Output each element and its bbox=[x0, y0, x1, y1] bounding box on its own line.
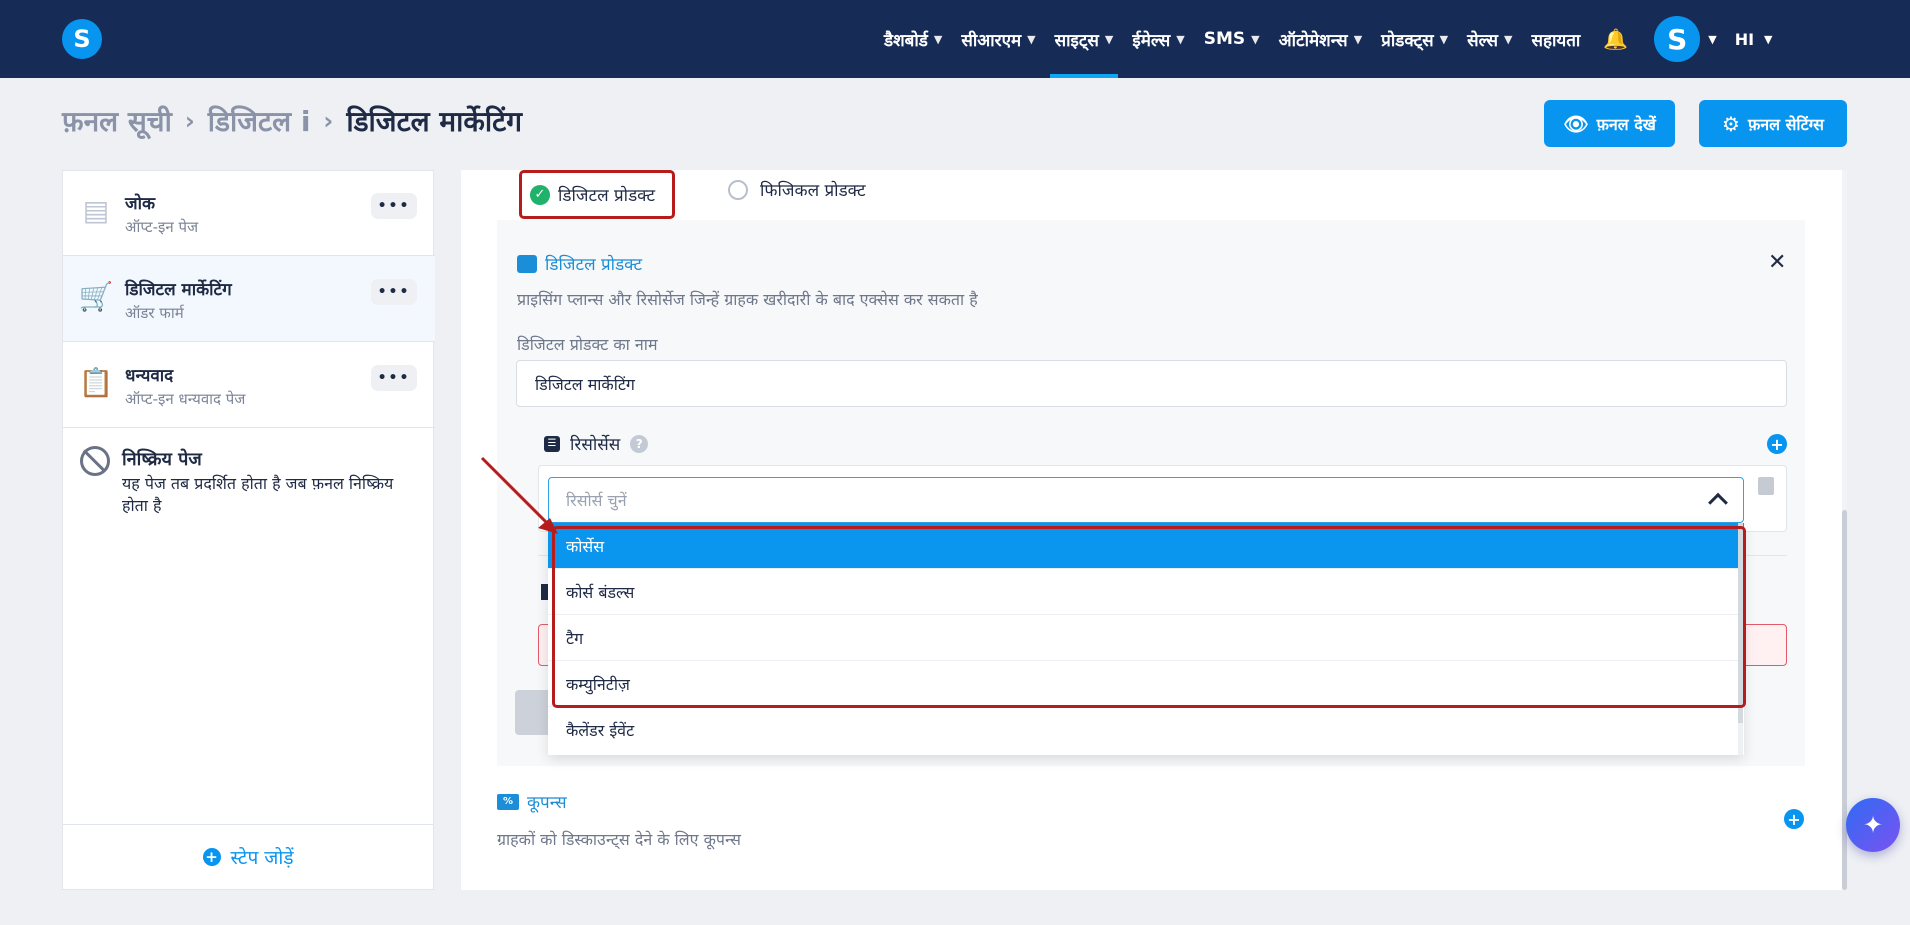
digital-product-description: प्राइसिंग प्लान्स और रिसोर्सेज जिन्हें ग… bbox=[517, 290, 978, 309]
digital-product-option[interactable]: ✓ डिजिटल प्रोडक्ट bbox=[519, 170, 675, 219]
physical-product-option[interactable]: फिजिकल प्रोडक्ट bbox=[728, 178, 866, 201]
chevron-right-icon: › bbox=[184, 107, 195, 135]
sidebar-step-thank-you[interactable]: 📋 धन्यवाद ऑप्ट-इन धन्यवाद पेज ••• bbox=[63, 342, 435, 428]
chevron-right-icon: › bbox=[323, 107, 334, 135]
top-navbar: S डैशबोर्ड ▼ सीआरएम ▼ साइट्स ▼ ईमेल्स ▼ SMS ▼… bbox=[0, 0, 1910, 78]
clipboard-check-icon: 📋 bbox=[78, 365, 114, 399]
nav-label: ऑटोमेशन्स bbox=[1278, 30, 1348, 51]
prohibited-icon bbox=[80, 446, 110, 476]
nav-label: साइट्स bbox=[1054, 30, 1099, 51]
sparkle-icon: ✦ bbox=[1862, 811, 1884, 839]
cube-icon bbox=[517, 254, 537, 273]
chevron-down-icon: ▼ bbox=[1176, 32, 1185, 46]
inactive-page-title[interactable]: निष्क्रिय पेज bbox=[122, 447, 202, 471]
add-step-button[interactable]: + स्टेप जोड़ें bbox=[63, 824, 433, 889]
nav-label: सेल्स bbox=[1467, 30, 1498, 51]
view-funnel-button[interactable]: 👁 फ़नल देखें bbox=[1544, 100, 1675, 147]
gear-icon: ⚙ bbox=[1722, 111, 1740, 136]
nav-item-products[interactable]: प्रोडक्ट्स ▼ bbox=[1381, 0, 1448, 78]
add-coupon-button[interactable]: + bbox=[1784, 809, 1804, 829]
nav-label: ईमेल्स bbox=[1132, 30, 1171, 51]
resource-select[interactable]: रिसोर्स चुनें bbox=[548, 477, 1744, 523]
chevron-down-icon: ▼ bbox=[1251, 32, 1260, 46]
section-title: कूपन्स bbox=[527, 793, 567, 813]
nav-item-dashboard[interactable]: डैशबोर्ड ▼ bbox=[884, 0, 942, 78]
ai-assistant-button[interactable]: ✦ bbox=[1846, 798, 1900, 852]
nav-item-sales[interactable]: सेल्स ▼ bbox=[1467, 0, 1512, 78]
nav-item-sms[interactable]: SMS ▼ bbox=[1204, 0, 1260, 78]
section-title: डिजिटल प्रोडक्ट bbox=[545, 255, 643, 275]
step-subtitle: ऑडर फार्म bbox=[125, 304, 184, 322]
more-options-button[interactable]: ••• bbox=[371, 193, 417, 219]
chevron-down-icon: ▼ bbox=[1439, 32, 1449, 46]
chevron-down-icon[interactable]: ▼ bbox=[1764, 33, 1772, 46]
eye-icon: 👁 bbox=[1563, 111, 1589, 136]
plus-circle-icon: + bbox=[202, 848, 221, 866]
button-label: फ़नल देखें bbox=[1596, 114, 1656, 134]
breadcrumb-funnel[interactable]: डिजिटल i bbox=[208, 102, 311, 140]
chevron-down-icon: ▼ bbox=[1353, 32, 1363, 46]
step-title: धन्यवाद bbox=[125, 366, 174, 386]
percent-tag-icon: % bbox=[497, 793, 519, 810]
nav-label: सहायता bbox=[1531, 30, 1581, 51]
nav-item-emails[interactable]: ईमेल्स ▼ bbox=[1132, 0, 1184, 78]
nav-item-crm[interactable]: सीआरएम ▼ bbox=[961, 0, 1035, 78]
label-text: रिसोर्सेस bbox=[570, 435, 621, 455]
annotation-arrow-icon bbox=[480, 456, 558, 534]
funnel-settings-button[interactable]: ⚙ फ़नल सेटिंग्स bbox=[1699, 100, 1847, 147]
nav-label: सीआरएम bbox=[961, 30, 1022, 51]
coupons-description: ग्राहकों को डिस्काउन्ट्स देने के लिए कूप… bbox=[497, 830, 741, 849]
nav-item-help[interactable]: सहायता bbox=[1531, 0, 1580, 78]
breadcrumb-funnel-list[interactable]: फ़नल सूची bbox=[62, 102, 172, 140]
app-logo[interactable]: S bbox=[62, 19, 102, 59]
close-icon[interactable]: ✕ bbox=[1768, 250, 1786, 275]
chevron-down-icon: ▼ bbox=[1104, 32, 1114, 46]
chevron-down-icon: ▼ bbox=[1027, 32, 1036, 46]
funnel-steps-sidebar: ▤ जोक ऑप्ट-इन पेज ••• 🛒 डिजिटल मार्केटिं… bbox=[62, 170, 435, 890]
product-name-label: डिजिटल प्रोडक्ट का नाम bbox=[517, 335, 658, 354]
highlight-annotation-box bbox=[552, 526, 1746, 708]
chevron-up-icon bbox=[1708, 492, 1728, 513]
option-label: डिजिटल प्रोडक्ट bbox=[558, 186, 656, 206]
more-options-button[interactable]: ••• bbox=[371, 365, 417, 391]
chevron-down-icon: ▼ bbox=[1503, 32, 1513, 46]
button-label: स्टेप जोड़ें bbox=[230, 847, 294, 869]
select-placeholder: रिसोर्स चुनें bbox=[566, 491, 627, 510]
breadcrumb: फ़नल सूची › डिजिटल i › डिजिटल मार्केटिंग bbox=[62, 102, 522, 140]
step-subtitle: ऑप्ट-इन धन्यवाद पेज bbox=[125, 390, 246, 408]
nav-label: प्रोडक्ट्स bbox=[1381, 30, 1434, 51]
inactive-page-description: यह पेज तब प्रदर्शित होता है जब फ़नल निष्… bbox=[122, 474, 394, 515]
digital-product-heading: डिजिटल प्रोडक्ट bbox=[517, 252, 642, 275]
more-options-button[interactable]: ••• bbox=[371, 279, 417, 305]
help-icon[interactable]: ? bbox=[630, 434, 649, 453]
button-label: फ़नल सेटिंग्स bbox=[1747, 114, 1824, 134]
dropdown-option-calendar-event[interactable]: कैलेंडर ईवेंट bbox=[548, 707, 1744, 753]
coupons-heading: % कूपन्स bbox=[497, 790, 567, 813]
main-nav: डैशबोर्ड ▼ सीआरएम ▼ साइट्स ▼ ईमेल्स ▼ SMS ▼ ऑ… bbox=[884, 0, 1773, 78]
step-title: डिजिटल मार्केटिंग bbox=[125, 280, 232, 300]
chevron-down-icon: ▼ bbox=[933, 32, 943, 46]
radio-button[interactable] bbox=[728, 179, 748, 200]
bell-icon[interactable]: 🔔 bbox=[1603, 27, 1628, 51]
nav-item-sites[interactable]: साइट्स ▼ bbox=[1049, 0, 1119, 78]
nav-label: SMS bbox=[1203, 29, 1246, 49]
cart-icon: 🛒 bbox=[78, 279, 114, 313]
page-title: डिजिटल मार्केटिंग bbox=[346, 105, 523, 138]
sidebar-step-digital-marketing[interactable]: 🛒 डिजिटल मार्केटिंग ऑडर फार्म ••• bbox=[63, 256, 435, 342]
nav-item-automations[interactable]: ऑटोमेशन्स ▼ bbox=[1279, 0, 1363, 78]
chevron-down-icon[interactable]: ▼ bbox=[1708, 33, 1716, 46]
trash-icon[interactable] bbox=[1758, 477, 1774, 495]
option-label: फिजिकल प्रोडक्ट bbox=[760, 181, 866, 201]
user-avatar[interactable]: S bbox=[1654, 16, 1701, 62]
check-circle-icon: ✓ bbox=[530, 184, 550, 205]
add-resource-button[interactable]: + bbox=[1767, 434, 1787, 454]
product-name-input[interactable]: डिजिटल मार्केटिंग bbox=[516, 360, 1787, 407]
sidebar-step-joke[interactable]: ▤ जोक ऑप्ट-इन पेज ••• bbox=[63, 171, 435, 256]
step-title: जोक bbox=[125, 194, 156, 214]
optin-page-icon: ▤ bbox=[82, 193, 110, 227]
language-selector[interactable]: HI bbox=[1735, 30, 1754, 49]
step-subtitle: ऑप्ट-इन पेज bbox=[125, 218, 199, 236]
nav-label: डैशबोर्ड bbox=[884, 30, 928, 51]
